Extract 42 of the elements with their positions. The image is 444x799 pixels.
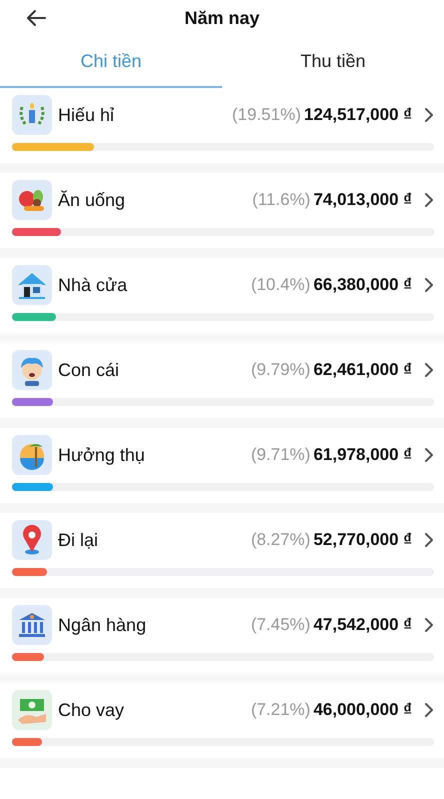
house-icon — [12, 265, 52, 305]
category-amount: 47,542,000 ₫ — [313, 615, 412, 635]
chevron-right-icon[interactable] — [424, 362, 434, 378]
category-percent: (10.4%) — [250, 275, 310, 295]
chevron-right-icon[interactable] — [424, 277, 434, 293]
category-amount: 66,380,000 ₫ — [313, 275, 412, 295]
chevron-right-icon[interactable] — [424, 532, 434, 548]
category-percent: (7.45%) — [250, 615, 310, 635]
category-amount: 124,517,000 ₫ — [304, 105, 412, 125]
screen-title: Năm nay — [184, 8, 260, 28]
category-name: Nhà cửa — [58, 274, 128, 296]
category-amount: 74,013,000 ₫ — [313, 190, 412, 210]
category-name: Ăn uống — [58, 190, 126, 210]
category-percent: (7.21%) — [250, 700, 310, 720]
tab[interactable]: Thu tiền — [222, 36, 444, 88]
category-name: Đi lại — [58, 530, 100, 550]
category-name: Con cái — [58, 360, 120, 380]
palm-beach-icon — [12, 435, 52, 475]
category-percent: (9.79%) — [250, 360, 310, 380]
bank-icon — [12, 605, 52, 645]
location-pin-icon — [12, 520, 52, 560]
category-name: Ngân hàng — [58, 614, 148, 636]
category-amount: 62,461,000 ₫ — [313, 360, 412, 380]
chevron-right-icon[interactable] — [424, 107, 434, 123]
boy-icon — [12, 350, 52, 390]
category-name: Hiếu hỉ — [58, 104, 116, 126]
category-name: Cho vay — [58, 700, 126, 720]
category-name: Hưởng thụ — [58, 444, 146, 466]
category-amount: 46,000,000 ₫ — [313, 700, 412, 720]
chevron-right-icon[interactable] — [424, 447, 434, 463]
category-percent: (8.27%) — [250, 530, 310, 550]
category-amount: 61,978,000 ₫ — [313, 445, 412, 465]
chevron-right-icon[interactable] — [424, 617, 434, 633]
food-icon — [12, 180, 52, 220]
chevron-right-icon[interactable] — [424, 702, 434, 718]
category-percent: (11.6%) — [252, 190, 310, 210]
money-hand-icon — [12, 690, 52, 730]
category-percent: (9.71%) — [250, 445, 310, 465]
chevron-right-icon[interactable] — [424, 192, 434, 208]
category-amount: 52,770,000 ₫ — [313, 530, 412, 550]
category-percent: (19.51%) — [232, 105, 301, 125]
candle-wreath-icon — [12, 95, 52, 135]
